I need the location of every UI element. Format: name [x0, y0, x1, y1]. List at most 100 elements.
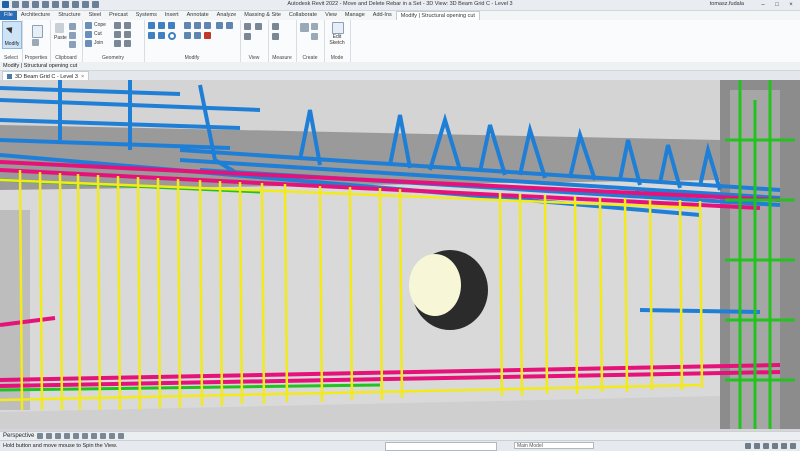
remove-paint-icon[interactable] [124, 31, 131, 38]
close-icon[interactable]: × [784, 0, 798, 10]
modify-button[interactable]: Modify [2, 21, 22, 49]
unpin-icon[interactable] [216, 22, 223, 29]
panel-label-mode: Mode [330, 55, 344, 61]
minimize-icon[interactable]: – [756, 0, 770, 10]
panel-label-select[interactable]: Select [0, 55, 22, 61]
filter-icon[interactable] [790, 443, 796, 449]
hide-in-view-icon[interactable] [244, 23, 251, 30]
show-crop-icon[interactable] [91, 433, 98, 439]
select-links-icon[interactable] [745, 443, 751, 449]
join-geometry-icon[interactable] [124, 40, 131, 47]
window-title: Autodesk Revit 2022 - Move and Delete Re… [287, 1, 513, 7]
create-parts-icon[interactable] [311, 23, 318, 30]
cut-icon[interactable] [69, 23, 76, 30]
edit-sketch-icon[interactable] [332, 22, 344, 34]
drag-elements-icon[interactable] [781, 443, 787, 449]
cope-icon[interactable] [85, 22, 92, 29]
crop-view-icon[interactable] [82, 433, 89, 439]
panel-label-view: View [248, 55, 260, 61]
tab-view[interactable]: View [321, 11, 341, 20]
tab-add-ins[interactable]: Add-Ins [369, 11, 396, 20]
lock-view-icon[interactable] [100, 433, 107, 439]
ribbon-tabs: File Architecture Structure Steel Precas… [0, 10, 800, 21]
tab-insert[interactable]: Insert [161, 11, 183, 20]
panel-label-properties: Properties [24, 55, 48, 61]
align-icon[interactable] [148, 22, 155, 29]
measure-distance-icon[interactable] [272, 23, 279, 30]
create-group-icon[interactable] [311, 33, 318, 40]
cut-geometry-icon[interactable] [85, 31, 92, 38]
tab-analyze[interactable]: Analyze [213, 11, 241, 20]
status-bar: Hold button and move mouse to Spin the V… [0, 440, 800, 451]
panel-properties: Properties [22, 20, 51, 62]
status-icons [745, 443, 796, 449]
view-control-bar: Perspective [0, 431, 800, 440]
visual-style-icon[interactable] [46, 433, 53, 439]
create-assembly-icon[interactable] [300, 23, 309, 32]
select-underlay-icon[interactable] [754, 443, 760, 449]
window-controls: – □ × [756, 0, 798, 10]
paint-icon[interactable] [114, 31, 121, 38]
delete-icon[interactable] [204, 32, 211, 39]
trim-extend-icon[interactable] [184, 22, 191, 29]
model-canvas[interactable] [0, 80, 800, 429]
tab-collaborate[interactable]: Collaborate [285, 11, 321, 20]
tab-architecture[interactable]: Architecture [17, 11, 54, 20]
temporary-hide-icon[interactable] [109, 433, 116, 439]
3d-view-icon [7, 74, 12, 79]
shadows-icon[interactable] [64, 433, 71, 439]
tab-annotate[interactable]: Annotate [183, 11, 213, 20]
user-name[interactable]: tomasz.fudala [710, 1, 744, 7]
move-icon[interactable] [148, 32, 155, 39]
override-graphics-icon[interactable] [255, 23, 262, 30]
copy-icon[interactable] [69, 32, 76, 39]
join-icon[interactable] [85, 40, 92, 47]
detail-level-icon[interactable] [37, 433, 44, 439]
cursor-arrow-icon [5, 24, 16, 34]
panel-clipboard: Paste Clipboard [50, 20, 83, 62]
match-type-icon[interactable] [69, 41, 76, 48]
scale-icon[interactable] [184, 32, 191, 39]
tab-structure[interactable]: Structure [54, 11, 84, 20]
mirror-pick-axis-icon[interactable] [168, 22, 175, 29]
rotate-icon[interactable] [168, 32, 176, 40]
ribbon: Modify Select Properties Paste Clipboard… [0, 20, 800, 63]
dimension-icon[interactable] [272, 33, 279, 40]
tab-steel[interactable]: Steel [85, 11, 106, 20]
render-icon[interactable] [73, 433, 80, 439]
panel-label-clipboard: Clipboard [55, 55, 77, 61]
title-bar: Autodesk Revit 2022 - Move and Delete Re… [0, 0, 800, 11]
maximize-icon[interactable]: □ [770, 0, 784, 10]
select-by-face-icon[interactable] [772, 443, 778, 449]
tab-file[interactable]: File [0, 11, 17, 20]
copy-element-icon[interactable] [158, 32, 165, 39]
3d-viewport[interactable] [0, 80, 800, 429]
join-label: Join [94, 40, 104, 46]
reveal-hidden-icon[interactable] [118, 433, 125, 439]
tab-precast[interactable]: Precast [105, 11, 132, 20]
split-element-icon[interactable] [194, 22, 201, 29]
offset-icon[interactable] [158, 22, 165, 29]
select-pinned-icon[interactable] [763, 443, 769, 449]
view-mode-label[interactable]: Perspective [3, 433, 34, 439]
tab-systems[interactable]: Systems [132, 11, 161, 20]
paste-icon[interactable] [55, 23, 64, 33]
tab-modify-structural-opening-cut[interactable]: Modify | Structural opening cut [395, 10, 480, 21]
pin-icon[interactable] [194, 32, 201, 39]
design-option-combo[interactable]: Main Model [514, 442, 594, 449]
properties-icon[interactable] [32, 25, 43, 38]
linework-icon[interactable] [244, 33, 251, 40]
paste-label: Paste [54, 35, 67, 41]
wall-joins-icon[interactable] [114, 22, 121, 29]
cope-label: Cope [94, 22, 106, 28]
sun-path-icon[interactable] [55, 433, 62, 439]
panel-label-measure: Measure [272, 55, 292, 61]
type-properties-icon[interactable] [32, 39, 39, 46]
mirror-draw-axis-icon[interactable] [226, 22, 233, 29]
demolish-icon[interactable] [114, 40, 121, 47]
array-icon[interactable] [204, 22, 211, 29]
tab-manage[interactable]: Manage [341, 11, 369, 20]
tab-massing-site[interactable]: Massing & Site [240, 11, 285, 20]
split-face-icon[interactable] [124, 22, 131, 29]
cut-geometry-label: Cut [94, 31, 102, 37]
